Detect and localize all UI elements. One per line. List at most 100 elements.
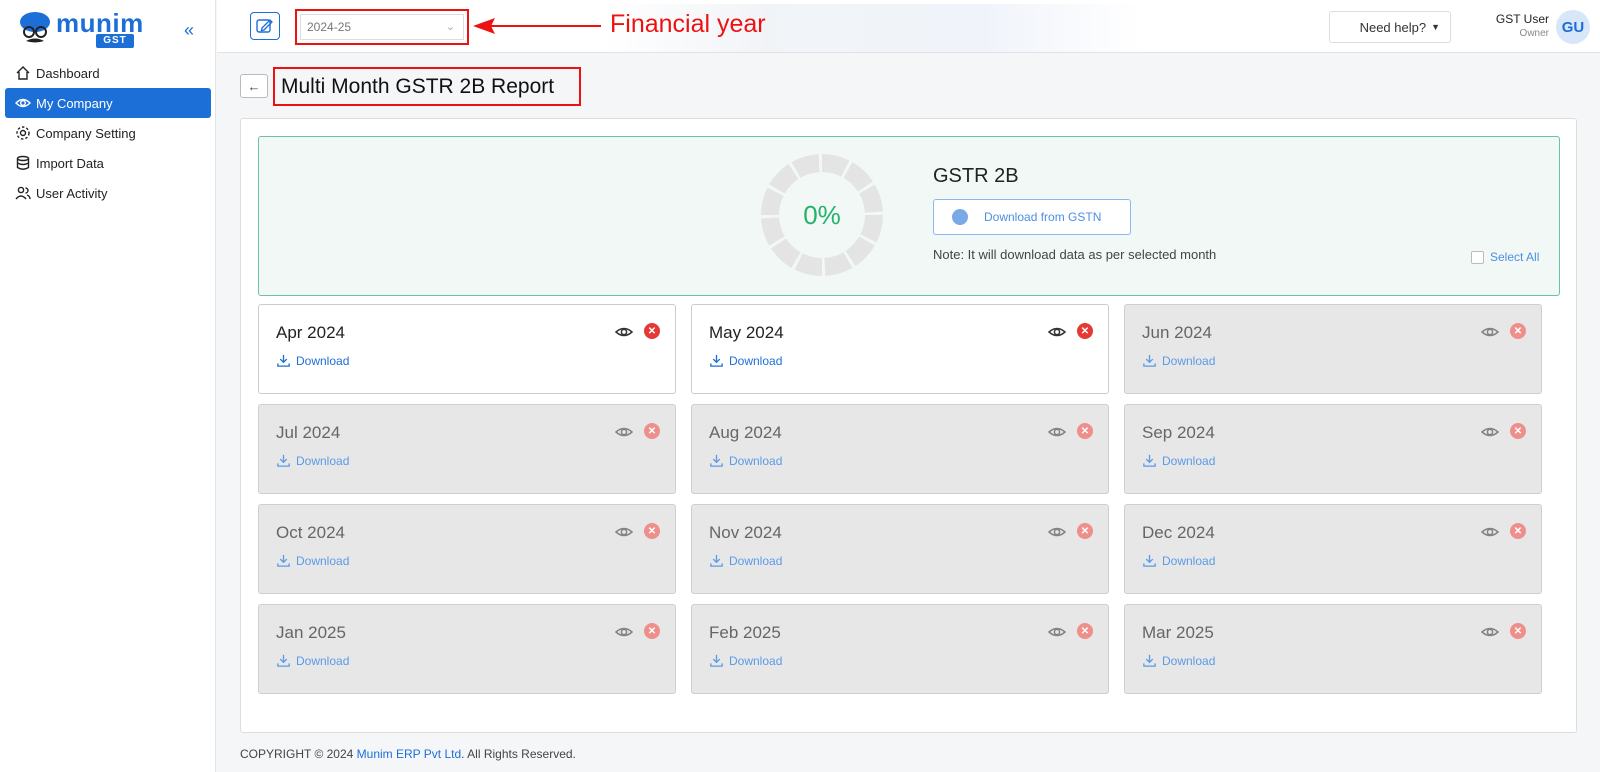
sidebar-item-label: My Company (36, 95, 113, 111)
download-label: Download (296, 653, 350, 668)
download-link[interactable]: Download (276, 453, 349, 468)
view-eye-icon[interactable] (1047, 623, 1067, 641)
download-link[interactable]: Download (1142, 353, 1215, 368)
sidebar-item-dashboard[interactable]: Dashboard (5, 58, 211, 88)
view-eye-icon[interactable] (614, 423, 634, 441)
download-link[interactable]: Download (276, 553, 349, 568)
remove-close-icon[interactable]: ✕ (644, 323, 660, 339)
mascot-icon (20, 12, 50, 43)
month-name: Oct 2024 (276, 523, 345, 542)
avatar[interactable]: GU (1556, 10, 1590, 44)
month-card[interactable]: Feb 2025 ✕ Download (691, 604, 1109, 694)
remove-close-icon[interactable]: ✕ (644, 423, 660, 439)
download-label: Download (729, 553, 783, 568)
remove-close-icon[interactable]: ✕ (1510, 623, 1526, 639)
view-eye-icon[interactable] (1480, 623, 1500, 641)
month-card[interactable]: Dec 2024 ✕ Download (1124, 504, 1542, 594)
need-help-button[interactable]: Need help? ▼ (1329, 11, 1451, 43)
remove-close-icon[interactable]: ✕ (1077, 623, 1093, 639)
sidebar-item-import-data[interactable]: Import Data (5, 148, 211, 178)
view-eye-icon[interactable] (1047, 323, 1067, 341)
footer: COPYRIGHT © 2024 Munim ERP Pvt Ltd. All … (240, 747, 576, 761)
month-name: Nov 2024 (709, 523, 782, 542)
footer-company-link[interactable]: Munim ERP Pvt Ltd (357, 747, 461, 761)
view-eye-icon[interactable] (1480, 323, 1500, 341)
select-all-checkbox[interactable]: Select All (1471, 250, 1539, 264)
users-icon (15, 186, 31, 200)
view-eye-icon[interactable] (1480, 423, 1500, 441)
munim-logo[interactable]: munim GST (18, 8, 143, 50)
remove-close-icon[interactable]: ✕ (644, 523, 660, 539)
download-link[interactable]: Download (709, 553, 782, 568)
sidebar-item-label: Company Setting (36, 125, 136, 141)
download-link[interactable]: Download (709, 353, 782, 368)
remove-close-icon[interactable]: ✕ (1077, 323, 1093, 339)
collapse-sidebar-button[interactable]: « (184, 20, 194, 41)
download-link[interactable]: Download (276, 353, 349, 368)
month-name: Dec 2024 (1142, 523, 1215, 542)
gstr-title: GSTR 2B (933, 165, 1019, 187)
gst-globe-icon (952, 209, 968, 225)
sidebar-item-my-company[interactable]: My Company (5, 88, 211, 118)
edit-company-button[interactable] (250, 12, 280, 40)
month-card[interactable]: Jan 2025 ✕ Download (258, 604, 676, 694)
page-title-highlight: Multi Month GSTR 2B Report (273, 67, 581, 106)
remove-close-icon[interactable]: ✕ (1510, 423, 1526, 439)
month-name: Jul 2024 (276, 423, 341, 442)
view-eye-icon[interactable] (1047, 523, 1067, 541)
remove-close-icon[interactable]: ✕ (644, 623, 660, 639)
download-label: Download (729, 453, 783, 468)
month-name: Apr 2024 (276, 323, 345, 342)
download-from-gstn-button[interactable]: Download from GSTN (933, 199, 1131, 235)
annotation-arrow-icon (473, 18, 601, 34)
view-eye-icon[interactable] (1480, 523, 1500, 541)
report-panel: 0% GSTR 2B Download from GSTN Note: It w… (240, 118, 1577, 733)
sidebar-item-user-activity[interactable]: User Activity (5, 178, 211, 208)
download-link[interactable]: Download (709, 453, 782, 468)
page-title: Multi Month GSTR 2B Report (281, 75, 555, 98)
top-bar: 2024-25 ⌄ Financial year Need help? ▼ GS… (217, 0, 1600, 53)
sidebar-item-company-setting[interactable]: Company Setting (5, 118, 211, 148)
remove-close-icon[interactable]: ✕ (1510, 523, 1526, 539)
month-card[interactable]: Nov 2024 ✕ Download (691, 504, 1109, 594)
remove-close-icon[interactable]: ✕ (1510, 323, 1526, 339)
download-icon (276, 353, 296, 368)
chevron-down-icon: ⌄ (445, 21, 455, 33)
select-all-label: Select All (1490, 250, 1540, 264)
view-eye-icon[interactable] (614, 623, 634, 641)
financial-year-annotation: Financial year (610, 10, 766, 38)
month-card[interactable]: Jul 2024 ✕ Download (258, 404, 676, 494)
download-link[interactable]: Download (1142, 453, 1215, 468)
download-label: Download (296, 553, 350, 568)
download-label: Download (296, 353, 350, 368)
month-card[interactable]: Apr 2024 ✕ Download (258, 304, 676, 394)
remove-close-icon[interactable]: ✕ (1077, 423, 1093, 439)
month-card[interactable]: Aug 2024 ✕ Download (691, 404, 1109, 494)
month-name: Jan 2025 (276, 623, 346, 642)
back-button[interactable]: ← (240, 74, 268, 98)
month-card[interactable]: Sep 2024 ✕ Download (1124, 404, 1542, 494)
sidebar: munim GST « Dashboard My Company Company… (0, 0, 216, 772)
download-link[interactable]: Download (1142, 553, 1215, 568)
view-eye-icon[interactable] (614, 523, 634, 541)
user-role: Owner (1519, 28, 1549, 39)
download-link[interactable]: Download (276, 653, 349, 668)
view-eye-icon[interactable] (614, 323, 634, 341)
gstr-summary: 0% GSTR 2B Download from GSTN Note: It w… (258, 136, 1560, 296)
sidebar-item-label: Import Data (36, 155, 104, 171)
sidebar-item-label: User Activity (36, 185, 108, 201)
month-name: Mar 2025 (1142, 623, 1214, 642)
download-link[interactable]: Download (709, 653, 782, 668)
sidebar-item-label: Dashboard (36, 65, 100, 81)
month-card[interactable]: Mar 2025 ✕ Download (1124, 604, 1542, 694)
caret-down-icon: ▼ (1431, 22, 1440, 32)
month-name: Feb 2025 (709, 623, 781, 642)
download-icon (709, 453, 729, 468)
view-eye-icon[interactable] (1047, 423, 1067, 441)
month-card[interactable]: May 2024 ✕ Download (691, 304, 1109, 394)
month-card[interactable]: Oct 2024 ✕ Download (258, 504, 676, 594)
remove-close-icon[interactable]: ✕ (1077, 523, 1093, 539)
download-link[interactable]: Download (1142, 653, 1215, 668)
financial-year-select[interactable]: 2024-25 ⌄ (300, 14, 464, 40)
month-card[interactable]: Jun 2024 ✕ Download (1124, 304, 1542, 394)
